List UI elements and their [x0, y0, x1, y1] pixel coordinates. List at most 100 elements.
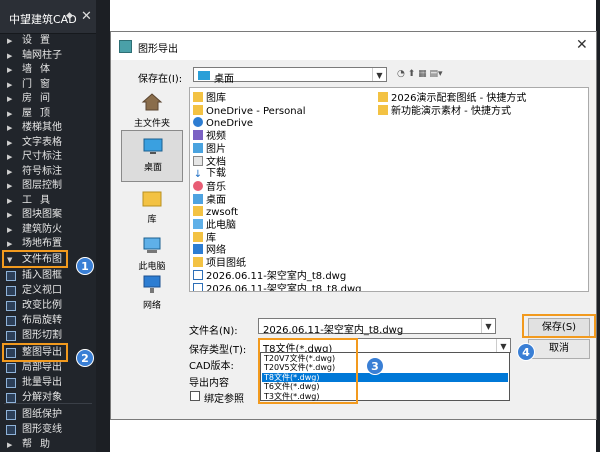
cad-version-label: CAD版本: [189, 361, 234, 372]
submenu-item[interactable]: 图形切割 [0, 328, 96, 344]
command-icon [6, 393, 16, 403]
music-icon [193, 180, 203, 191]
file-item[interactable]: 视频 [193, 130, 226, 142]
file-name-label: 文件名(N): [189, 326, 238, 337]
command-icon [6, 331, 16, 341]
toolbar-icons[interactable]: ◔ ⬆ ▦ ▤▾ [397, 69, 443, 79]
place-library[interactable]: 库 [121, 183, 183, 235]
file-name: 图片 [206, 143, 226, 155]
file-item[interactable]: 此电脑 [193, 219, 236, 231]
dialog-title: 图形导出 [138, 44, 178, 55]
step-badge-1: 1 [76, 257, 94, 275]
submenu-item-label: 图形切割 [22, 330, 62, 341]
file-item[interactable]: 音乐 [193, 180, 226, 193]
divider [4, 403, 92, 404]
file-name: 此电脑 [206, 220, 236, 231]
file-item[interactable]: 库 [193, 231, 216, 244]
command-icon [6, 378, 16, 388]
place-network[interactable]: 网络 [121, 269, 183, 321]
menu-item-label: 帮助 [22, 439, 58, 450]
export-content-label: 导出内容 [189, 378, 229, 389]
submenu-item[interactable]: 图纸保护 [0, 407, 96, 423]
submenu-item-label: 局部导出 [22, 362, 62, 373]
file-item[interactable]: 文档 [193, 155, 226, 168]
file-name-input[interactable]: 2026.06.11-架空室内_t8.dwg ▼ [258, 318, 496, 336]
step-badge-3: 3 [366, 357, 384, 375]
computer-icon [143, 237, 161, 253]
place-label: 库 [147, 215, 157, 225]
file-name: 新功能演示素材 - 快捷方式 [391, 105, 511, 117]
save-in-value: 桌面 [214, 74, 234, 85]
save-in-combo[interactable]: 桌面 ▼ [193, 67, 387, 85]
file-item[interactable]: OneDrive [193, 117, 253, 129]
close-icon[interactable]: ✕ [576, 37, 588, 53]
file-item[interactable]: 2026.06.11-架空室内_t8_t8.dwg [193, 282, 361, 291]
command-icon [6, 425, 16, 435]
file-name: 图库 [206, 93, 226, 104]
submenu-item[interactable]: 定义视口 [0, 283, 96, 299]
dialog-titlebar: 图形导出 ✕ [111, 32, 596, 60]
file-item[interactable]: 桌面 [193, 193, 226, 206]
file-item[interactable]: 2026.06.11-架空室内_t8.dwg [193, 269, 346, 282]
dwg-icon [193, 269, 203, 280]
file-item[interactable]: 新功能演示素材 - 快捷方式 [378, 104, 511, 117]
highlight-export [2, 343, 68, 362]
menu-item-help[interactable]: ▶ 帮助 [0, 437, 96, 452]
command-icon [6, 301, 16, 311]
folder-icon [193, 104, 203, 115]
net-icon [193, 244, 203, 255]
submenu-item-label: 插入图框 [22, 270, 62, 281]
file-item[interactable]: ↓ 下载 [193, 168, 226, 180]
dwg-icon [193, 282, 203, 291]
cancel-button[interactable]: 取消 [528, 339, 590, 359]
file-name-value: 2026.06.11-架空室内_t8.dwg [263, 325, 404, 336]
place-desktop[interactable]: 桌面 [121, 130, 183, 182]
file-name: 视频 [206, 131, 226, 143]
chevron-down-icon: ▼ [496, 339, 510, 352]
file-item[interactable]: 图片 [193, 142, 226, 155]
close-icon[interactable]: ✕ [81, 9, 92, 24]
submenu-item-label: 改变比例 [22, 300, 62, 311]
places-bar: 主文件夹 桌面 库 此电脑 网络 [121, 87, 183, 342]
command-icon [6, 363, 16, 373]
folder-icon [193, 257, 203, 268]
bind-xref-checkbox[interactable] [190, 391, 200, 401]
file-name: 下载 [206, 168, 226, 180]
submenu-item[interactable]: 改变比例 [0, 298, 96, 314]
down-icon: ↓ [193, 169, 203, 181]
save-in-label: 保存在(I): [138, 74, 183, 85]
bind-xref-label: 绑定参照 [204, 394, 244, 405]
file-name: 文档 [206, 156, 226, 168]
step-badge-4: 4 [517, 343, 535, 361]
file-item[interactable]: OneDrive - Personal [193, 104, 306, 117]
network-icon [143, 275, 161, 293]
file-item[interactable]: 图库 [193, 92, 226, 104]
file-name: 桌面 [206, 194, 226, 206]
tool-palette: 中望建筑CAD ◆ ✕ ▶ 设置 ▶ 轴网柱子 ▶ 墙体 ▶ 门窗 ▶ 房间 ▶ 屋顶 ▶ 楼梯其他 ▶ 文字… [0, 0, 96, 452]
place-label: 网络 [142, 301, 161, 311]
submenu-item-label: 定义视口 [22, 285, 62, 296]
file-item[interactable]: 项目图纸 [193, 257, 246, 269]
file-item[interactable]: 网络 [193, 244, 226, 256]
command-icon [6, 410, 16, 420]
place-label: 桌面 [143, 163, 162, 173]
folder-icon [193, 92, 203, 102]
submenu-item[interactable]: 布局旋转 [0, 313, 96, 329]
submenu-item-label: 图形变线 [22, 424, 62, 435]
palette-header: 中望建筑CAD ◆ ✕ [0, 0, 96, 34]
submenu-item[interactable]: 批量导出 [0, 375, 96, 391]
file-name: OneDrive [206, 118, 254, 130]
vid-icon [193, 130, 203, 141]
chevron-down-icon: ▼ [372, 68, 386, 81]
submenu-item[interactable]: 图形变线 [0, 422, 96, 438]
file-item[interactable]: 2026演示配套图纸 - 快捷方式 [378, 92, 526, 104]
file-name: 库 [206, 232, 216, 244]
pin-icon[interactable]: ◆ [66, 11, 73, 21]
chevron-down-icon: ▼ [481, 319, 495, 333]
command-icon [6, 286, 16, 296]
file-item[interactable]: zwsoft [193, 206, 238, 218]
file-name: OneDrive - Personal [206, 105, 306, 117]
file-name: 音乐 [206, 181, 226, 193]
cloud-icon [193, 117, 203, 128]
file-list: 图库 OneDrive - Personal OneDrive 视频 图片 文档 ↓ 下载 音乐… [189, 87, 589, 292]
